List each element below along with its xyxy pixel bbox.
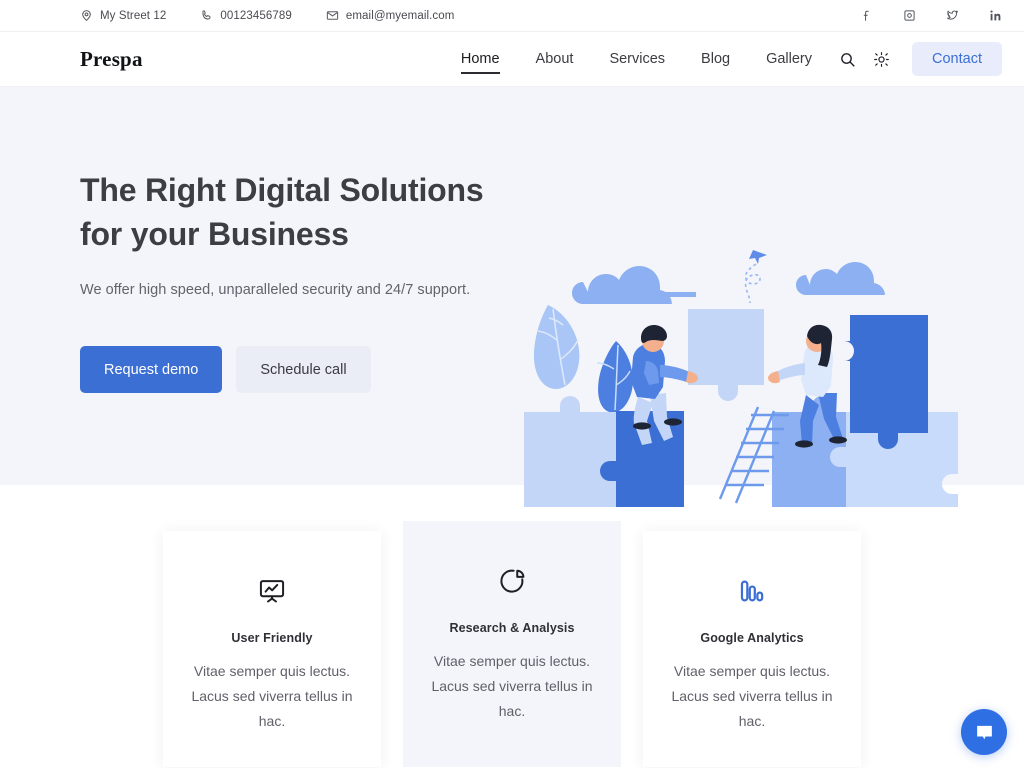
envelope-icon <box>326 9 339 22</box>
hero-section: The Right Digital Solutions for your Bus… <box>0 87 1024 507</box>
phone-icon <box>200 9 213 22</box>
primary-nav-links: Home About Services Blog Gallery <box>443 51 830 74</box>
twitter-icon[interactable] <box>946 9 959 22</box>
schedule-call-button[interactable]: Schedule call <box>236 346 371 394</box>
nav-link-about[interactable]: About <box>518 51 592 67</box>
feature-cards-section: User Friendly Vitae semper quis lectus. … <box>0 485 1024 767</box>
feature-card-text: Vitae semper quis lectus. Lacus sed vive… <box>671 663 833 729</box>
hero-subtitle: We offer high speed, unparalleled securi… <box>80 282 471 299</box>
sun-icon[interactable] <box>864 42 898 76</box>
chat-bubble-icon <box>974 722 995 743</box>
topbar-address-text: My Street 12 <box>100 9 167 22</box>
nav-link-gallery[interactable]: Gallery <box>748 51 830 67</box>
pie-chart-icon <box>419 565 605 597</box>
feature-card-title: Google Analytics <box>700 631 804 645</box>
feature-card-google-analytics[interactable]: Google Analytics Vitae semper quis lectu… <box>643 531 861 767</box>
topbar-contact-list: My Street 12 00123456789 email@myemail.c… <box>80 9 454 22</box>
site-logo[interactable]: Prespa <box>80 47 143 72</box>
navbar-right-group: Home About Services Blog Gallery Contact <box>443 42 1002 76</box>
search-icon[interactable] <box>830 42 864 76</box>
top-contact-bar: My Street 12 00123456789 email@myemail.c… <box>0 0 1024 32</box>
facebook-icon[interactable] <box>860 9 873 22</box>
main-navbar: Prespa Home About Services Blog Gallery … <box>0 32 1024 87</box>
nav-link-blog[interactable]: Blog <box>683 51 748 67</box>
hero-title-line-2: for your Business <box>80 215 349 252</box>
feature-card-text: Vitae semper quis lectus. Lacus sed vive… <box>431 653 593 719</box>
chat-widget-button[interactable] <box>961 709 1007 755</box>
hero-cta-group: Request demo Schedule call <box>80 346 520 394</box>
hero-title-line-1: The Right Digital Solutions <box>80 171 484 208</box>
hero-title: The Right Digital Solutions for your Bus… <box>80 169 520 256</box>
request-demo-button[interactable]: Request demo <box>80 346 223 394</box>
topbar-address[interactable]: My Street 12 <box>80 9 166 22</box>
feature-card-research-analysis[interactable]: Research & Analysis Vitae semper quis le… <box>403 521 621 767</box>
contact-button[interactable]: Contact <box>912 42 1002 76</box>
topbar-phone[interactable]: 00123456789 <box>200 9 292 22</box>
feature-card-title: User Friendly <box>231 631 313 645</box>
topbar-email[interactable]: email@myemail.com <box>326 9 455 22</box>
topbar-phone-text: 00123456789 <box>220 9 292 22</box>
topbar-social-links <box>860 9 1002 22</box>
feature-card-title: Research & Analysis <box>449 621 575 635</box>
teamwork-puzzle-illustration <box>520 237 960 507</box>
topbar-email-text: email@myemail.com <box>345 9 455 22</box>
feature-card-user-friendly[interactable]: User Friendly Vitae semper quis lectus. … <box>163 531 381 767</box>
linkedin-icon[interactable] <box>989 9 1002 22</box>
hero-copy-block: The Right Digital Solutions for your Bus… <box>80 169 520 403</box>
nav-link-services[interactable]: Services <box>591 51 683 67</box>
nav-link-home[interactable]: Home <box>443 51 518 74</box>
location-pin-icon <box>80 9 93 22</box>
instagram-icon[interactable] <box>903 9 916 22</box>
presentation-chart-icon <box>179 575 365 607</box>
feature-card-text: Vitae semper quis lectus. Lacus sed vive… <box>191 663 353 729</box>
analytics-bars-icon <box>659 575 845 607</box>
